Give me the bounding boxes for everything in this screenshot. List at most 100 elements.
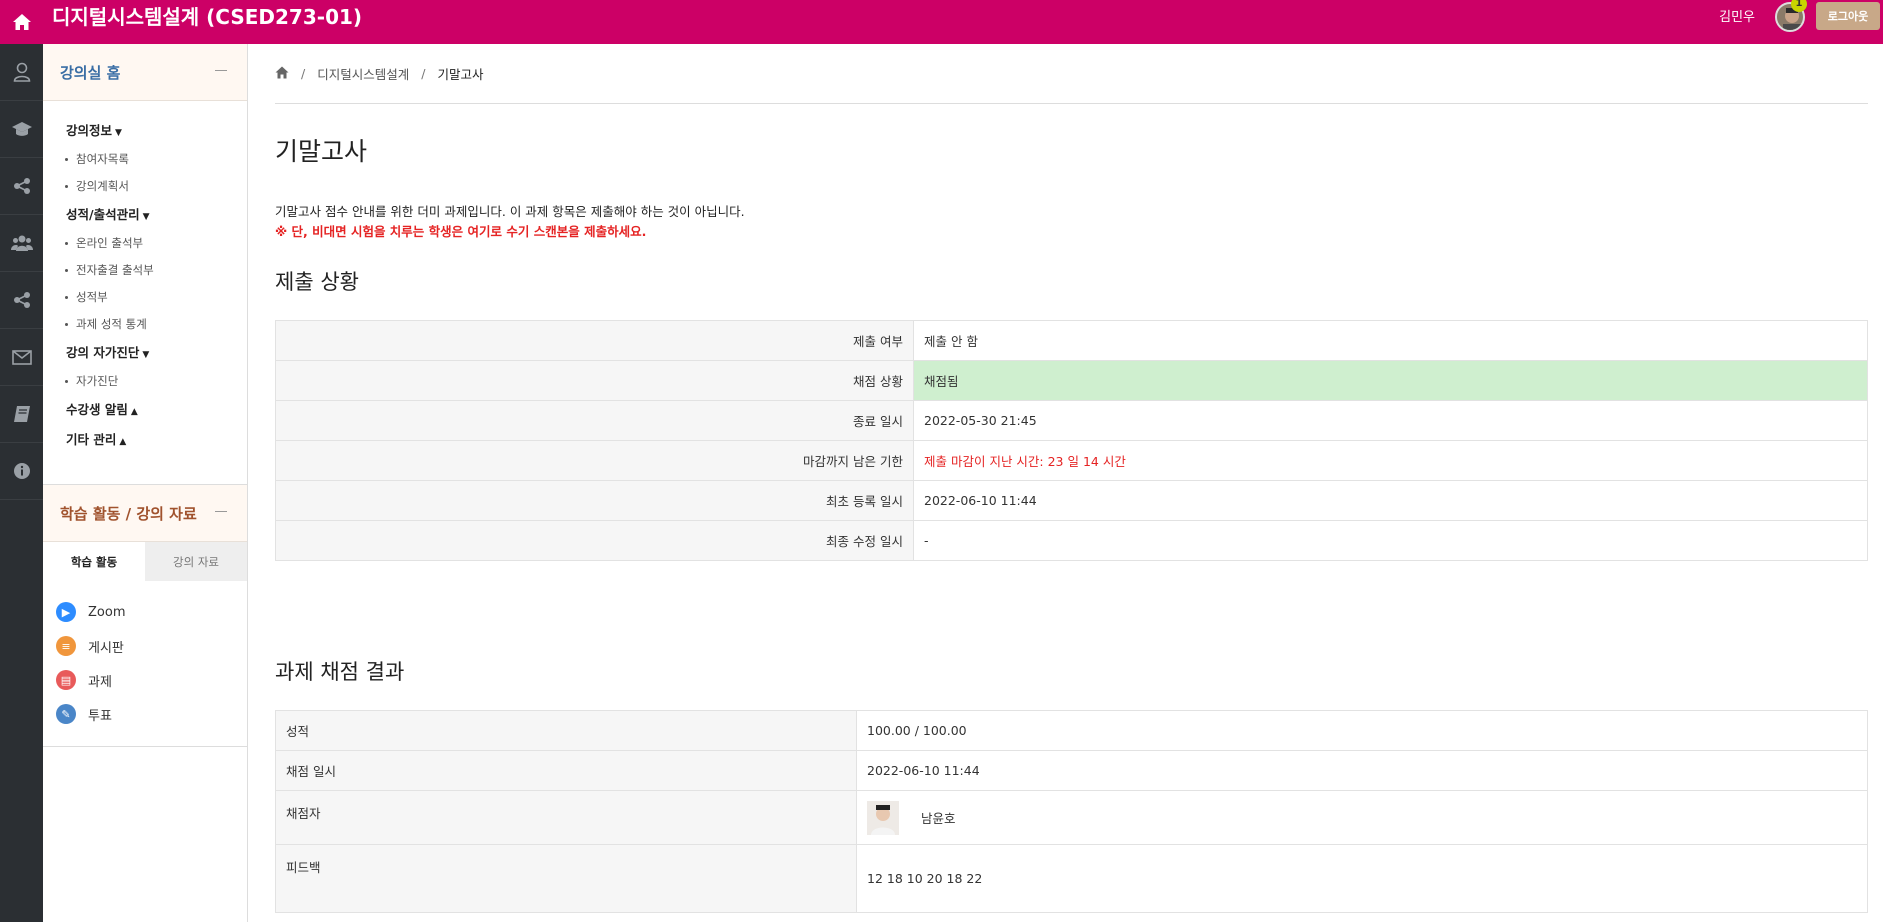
- activity-label: 과제: [88, 674, 112, 690]
- caret-up-icon: ▲: [130, 407, 138, 417]
- grading-result-table: 성적 100.00 / 100.00 채점 일시 2022-06-10 11:4…: [275, 710, 1868, 913]
- table-row: 최초 등록 일시 2022-06-10 11:44: [275, 480, 1868, 521]
- caret-down-icon: ▼: [142, 350, 150, 360]
- sidebar-home-label[interactable]: 강의실 홈: [60, 62, 120, 83]
- activity-label: 게시판: [88, 640, 124, 656]
- sidebar-category-label: 기타 관리: [66, 432, 117, 447]
- status-key: 최종 수정 일시: [275, 520, 914, 561]
- sidebar-item[interactable]: 성적부: [43, 284, 247, 311]
- submission-status-heading: 제출 상황: [275, 270, 359, 294]
- grader-name: 남윤호: [921, 811, 956, 826]
- table-row: 성적 100.00 / 100.00: [275, 710, 1868, 751]
- sidebar-menu: 강의정보 ▼ 참여자목록강의계획서성적/출석관리 ▼ 온라인 출석부전자출결 출석부성적…: [43, 101, 247, 485]
- bullet-icon: [65, 185, 68, 188]
- breadcrumb: / 디지털시스템설계 / 기말고사: [275, 64, 483, 83]
- status-value: 채점됨: [913, 360, 1868, 401]
- tab-learning-activities[interactable]: 학습 활동: [43, 542, 145, 581]
- warning-text: ※ 단, 비대면 시험을 치루는 학생은 여기로 수기 스캔본을 제출하세요.: [275, 224, 647, 239]
- info-icon[interactable]: [0, 443, 43, 500]
- main-content: / 디지털시스템설계 / 기말고사 기말고사 기말고사 점수 안내를 위한 더미…: [275, 44, 1870, 922]
- sidebar-category[interactable]: 강의 자가진단 ▼: [43, 338, 247, 368]
- activity-item[interactable]: ≡ 게시판: [43, 629, 247, 663]
- sidebar-activities-label[interactable]: 학습 활동 / 강의 자료: [60, 503, 197, 524]
- bullet-icon: [65, 296, 68, 299]
- icon-bar: [0, 44, 43, 922]
- logout-button[interactable]: 로그아웃: [1816, 2, 1880, 30]
- sidebar-item-label: 성적부: [76, 290, 108, 304]
- caret-down-icon: ▼: [115, 128, 122, 138]
- table-row: 채점 상황 채점됨: [275, 360, 1868, 401]
- sidebar-item-label: 전자출결 출석부: [76, 263, 154, 277]
- activity-list: ▶ Zoom ≡ 게시판 ▤ 과제 ✎ 투표: [43, 581, 247, 747]
- graded-date-key: 채점 일시: [275, 750, 857, 791]
- sidebar-item-label: 참여자목록: [76, 152, 129, 166]
- status-value: 제출 마감이 지난 시간: 23 일 14 시간: [913, 440, 1868, 481]
- sidebar-item[interactable]: 강의계획서: [43, 173, 247, 200]
- table-row: 채점 일시 2022-06-10 11:44: [275, 750, 1868, 791]
- home-button[interactable]: [0, 0, 43, 44]
- sidebar-item[interactable]: 온라인 출석부: [43, 230, 247, 257]
- description-text: 기말고사 점수 안내를 위한 더미 과제입니다. 이 과제 항목은 제출해야 하…: [275, 204, 745, 219]
- notification-badge[interactable]: 1: [1791, 0, 1807, 12]
- page-title: 기말고사: [275, 137, 368, 166]
- sidebar-category[interactable]: 기타 관리 ▲: [43, 425, 247, 455]
- user-icon[interactable]: [0, 44, 43, 101]
- grading-result-heading: 과제 채점 결과: [275, 660, 405, 684]
- sidebar-item-label: 자가진단: [76, 374, 119, 388]
- breadcrumb-course-link[interactable]: 디지털시스템설계: [317, 64, 409, 83]
- table-row: 종료 일시 2022-05-30 21:45: [275, 400, 1868, 441]
- activity-item[interactable]: ✎ 투표: [43, 697, 247, 731]
- status-key: 마감까지 남은 기한: [275, 440, 914, 481]
- course-title[interactable]: 디지털시스템설계 (CSED273-01): [52, 0, 362, 34]
- graded-date-value: 2022-06-10 11:44: [856, 750, 1868, 791]
- status-key: 제출 여부: [275, 320, 914, 361]
- sidebar-category[interactable]: 강의정보 ▼: [43, 116, 247, 146]
- activity-item[interactable]: ▤ 과제: [43, 663, 247, 697]
- tab-course-materials[interactable]: 강의 자료: [145, 542, 247, 581]
- bullet-icon: [65, 323, 68, 326]
- users-icon[interactable]: [0, 215, 43, 272]
- sidebar-category-label: 수강생 알림: [66, 402, 128, 417]
- grade-value: 100.00 / 100.00: [856, 710, 1868, 751]
- submission-status-table: 제출 여부 제출 안 함 채점 상황 채점됨 종료 일시 2022-05-30 21:45…: [275, 320, 1868, 561]
- sidebar-header-home[interactable]: 강의실 홈: [43, 44, 247, 101]
- share-icon[interactable]: [0, 158, 43, 215]
- assignment-icon: ▤: [56, 670, 76, 690]
- grader-avatar[interactable]: [867, 800, 899, 835]
- table-row: 마감까지 남은 기한 제출 마감이 지난 시간: 23 일 14 시간: [275, 440, 1868, 481]
- sidebar-category[interactable]: 성적/출석관리 ▼: [43, 200, 247, 230]
- user-name[interactable]: 김민우: [1719, 6, 1755, 25]
- status-key: 채점 상황: [275, 360, 914, 401]
- graduation-cap-icon[interactable]: [0, 101, 43, 158]
- sidebar-item[interactable]: 자가진단: [43, 368, 247, 395]
- sidebar-header-activities[interactable]: 학습 활동 / 강의 자료: [43, 485, 247, 542]
- status-value: 제출 안 함: [913, 320, 1868, 361]
- activity-label: Zoom: [88, 604, 126, 620]
- table-row: 채점자 남윤호: [275, 790, 1868, 845]
- status-value: 2022-06-10 11:44: [913, 480, 1868, 521]
- collapse-icon[interactable]: [215, 511, 227, 512]
- sidebar-item[interactable]: 참여자목록: [43, 146, 247, 173]
- grader-key: 채점자: [275, 790, 857, 845]
- status-key: 최초 등록 일시: [275, 480, 914, 521]
- share-icon[interactable]: [0, 272, 43, 329]
- collapse-icon[interactable]: [215, 70, 227, 71]
- breadcrumb-home-icon[interactable]: [275, 66, 289, 82]
- sidebar-item-label: 강의계획서: [76, 179, 129, 193]
- breadcrumb-separator: /: [421, 66, 426, 81]
- sidebar-tabs: 학습 활동 강의 자료: [43, 542, 247, 581]
- book-icon[interactable]: [0, 386, 43, 443]
- table-row: 최종 수정 일시 -: [275, 520, 1868, 561]
- sidebar-item[interactable]: 전자출결 출석부: [43, 257, 247, 284]
- bullet-icon: [65, 242, 68, 245]
- breadcrumb-separator: /: [301, 66, 306, 81]
- board-icon: ≡: [56, 636, 76, 656]
- assignment-description: 기말고사 점수 안내를 위한 더미 과제입니다. 이 과제 항목은 제출해야 하…: [275, 202, 745, 242]
- bullet-icon: [65, 158, 68, 161]
- mail-icon[interactable]: [0, 329, 43, 386]
- activity-item[interactable]: ▶ Zoom: [43, 595, 247, 629]
- vote-icon: ✎: [56, 704, 76, 724]
- zoom-icon: ▶: [56, 602, 76, 622]
- sidebar-category[interactable]: 수강생 알림 ▲: [43, 395, 247, 425]
- sidebar-item[interactable]: 과제 성적 통계: [43, 311, 247, 338]
